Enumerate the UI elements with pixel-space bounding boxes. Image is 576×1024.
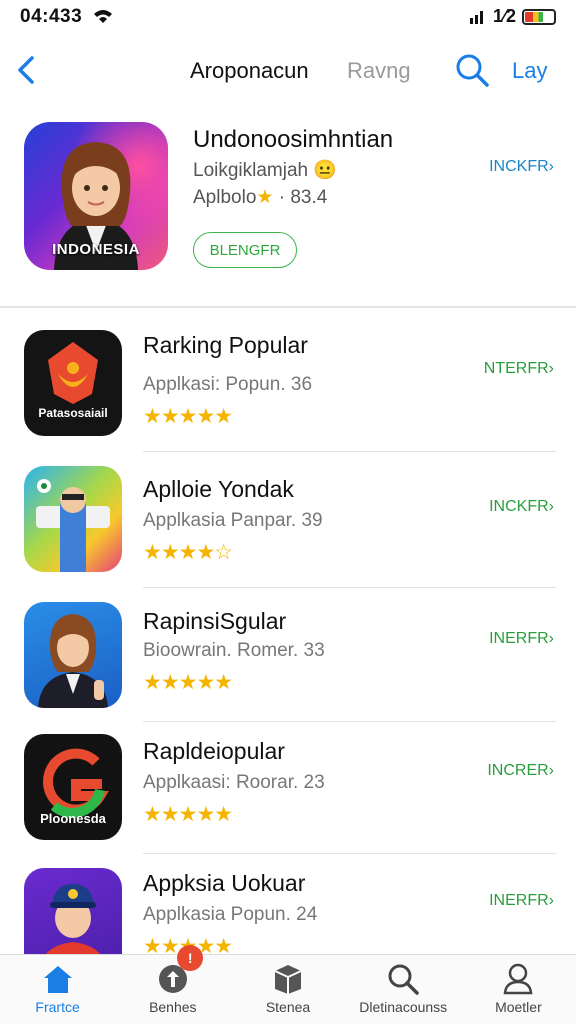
avatar-icon	[38, 614, 108, 708]
tab-label: Dletinacounss	[359, 999, 448, 1015]
signal-icon	[469, 10, 483, 24]
app-icon-label: Ploonesda	[40, 811, 106, 826]
featured-app-meta: Aplbolo★ · 83.4	[193, 186, 327, 209]
tab-search[interactable]: Dletinacounss	[346, 955, 461, 1024]
app-action-link[interactable]: INERFR›	[489, 630, 554, 648]
wifi-icon	[94, 10, 112, 23]
shield-icon	[48, 342, 98, 404]
search-icon	[388, 964, 419, 995]
app-meta: Applkasia Popun. 24	[143, 904, 318, 925]
app-name[interactable]: RapinsiSgular	[143, 608, 286, 635]
rating-stars: ★★★★☆	[143, 541, 233, 564]
featured-app-icon[interactable]: INDONESIA	[24, 122, 168, 270]
star-icon: ★	[256, 187, 274, 208]
status-right: 1⁄2	[469, 6, 556, 27]
nav-secondary-tab[interactable]: Ravng	[347, 58, 411, 84]
featured-subtitle-text: Loikgiklamjah	[193, 160, 309, 181]
app-icon[interactable]: Patasosaiail	[24, 330, 122, 436]
rating-stars: ★★★★★	[143, 803, 233, 826]
section-divider	[0, 306, 576, 308]
list-item[interactable]: Patasosaiail Rarking Popular Applkasi: P…	[0, 318, 576, 452]
row-divider	[143, 451, 556, 452]
app-meta: Applkasia Panpar. 39	[143, 510, 323, 531]
list-item[interactable]: Aplloie Yondak Applkasia Panpar. 39 ★★★★…	[0, 454, 576, 588]
app-action-link[interactable]: INCKFR›	[489, 498, 554, 516]
app-name[interactable]: Rapldeiopular	[143, 738, 285, 765]
featured-app[interactable]: INDONESIA Undonoosimhntian Loikgiklamjah…	[0, 120, 576, 306]
tab-games[interactable]: Stenea	[230, 955, 345, 1024]
tab-home[interactable]: Frartce	[0, 955, 115, 1024]
nav-bar: Aroponacun Ravng Lay	[0, 44, 576, 100]
app-action-link[interactable]: NTERFR›	[484, 360, 554, 378]
app-icon[interactable]	[24, 466, 122, 572]
battery-icon	[522, 8, 556, 25]
games-icon	[274, 965, 302, 994]
app-icon[interactable]	[24, 602, 122, 708]
tab-apps[interactable]: ! Benhes	[115, 945, 230, 1024]
app-meta: Applkaasi: Roorar. 23	[143, 772, 325, 793]
list-item[interactable]: Ploonesda Rapldeiopular Applkaasi: Roora…	[0, 720, 576, 854]
home-icon	[43, 966, 72, 993]
back-icon[interactable]	[12, 52, 40, 88]
tab-label: Benhes	[149, 999, 197, 1015]
search-icon[interactable]	[454, 52, 490, 88]
notification-badge: !	[177, 945, 204, 971]
tab-label: Moetler	[495, 999, 542, 1015]
nav-right-link[interactable]: Lay	[512, 58, 547, 84]
list-item[interactable]: RapinsiSgular Bioowrain. Romer. 33 ★★★★★…	[0, 588, 576, 722]
emoji-face-icon: 😐	[313, 160, 338, 181]
app-meta: Bioowrain. Romer. 33	[143, 640, 325, 661]
tab-label: Frartce	[35, 999, 80, 1015]
rating-stars: ★★★★★	[143, 671, 233, 694]
featured-icon-label: INDONESIA	[52, 241, 140, 258]
app-name[interactable]: Aplloie Yondak	[143, 476, 294, 503]
featured-app-subtitle: Loikgiklamjah 😐	[193, 158, 337, 182]
account-icon	[504, 963, 533, 995]
status-time: 04:433	[20, 6, 83, 27]
character-icon	[36, 479, 110, 572]
app-icon[interactable]: Ploonesda	[24, 734, 122, 840]
featured-meta-prefix: Aplbolo	[193, 187, 257, 208]
app-name[interactable]: Appksia Uokuar	[143, 870, 305, 897]
app-action-link[interactable]: INERFR›	[489, 892, 554, 910]
tab-bar: Frartce ! Benhes Stenea Dletinacounss Mo…	[0, 945, 576, 1024]
featured-get-button[interactable]: BLENGFR	[193, 232, 297, 268]
app-name[interactable]: Rarking Popular	[143, 332, 308, 359]
nav-title[interactable]: Aroponacun	[190, 58, 309, 84]
rating-stars: ★★★★★	[143, 405, 233, 428]
featured-app-name[interactable]: Undonoosimhntian	[193, 126, 393, 154]
network-label: 1⁄2	[492, 6, 516, 26]
app-icon-label: Patasosaiail	[38, 406, 108, 420]
app-action-link[interactable]: INCRER›	[487, 762, 554, 780]
app-meta: Applkasi: Popun. 36	[143, 374, 313, 395]
tab-label: Stenea	[265, 999, 311, 1015]
featured-meta-suffix: · 83.4	[273, 187, 328, 208]
featured-action-link[interactable]: INCKFR›	[489, 158, 554, 176]
status-bar: 04:433 1⁄2	[0, 0, 576, 36]
tab-account[interactable]: Moetler	[461, 955, 576, 1024]
